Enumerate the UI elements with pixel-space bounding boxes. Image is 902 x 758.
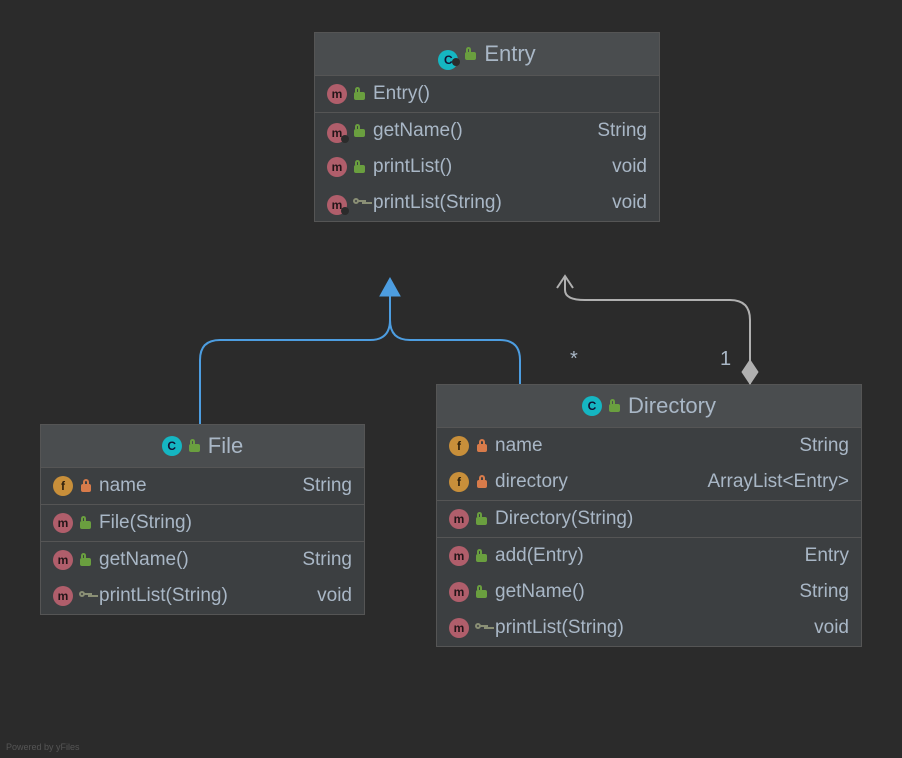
member-name: printList(String) bbox=[495, 617, 624, 639]
unlock-icon bbox=[188, 439, 202, 453]
uml-class-file[interactable]: C File f name String m File(String) m ge… bbox=[40, 424, 365, 615]
field-icon: f bbox=[53, 476, 73, 496]
uml-member-row: m printList(String) void bbox=[437, 610, 861, 646]
inheritance-edge-file bbox=[200, 296, 390, 424]
field-icon: f bbox=[449, 436, 469, 456]
uml-class-file-header: C File bbox=[41, 425, 364, 468]
member-name: printList() bbox=[373, 156, 452, 178]
method-icon: m bbox=[327, 84, 347, 104]
uml-class-name: File bbox=[208, 433, 243, 459]
multiplicity-one: 1 bbox=[720, 348, 731, 370]
member-name: getName() bbox=[373, 120, 463, 142]
class-icon: C bbox=[438, 44, 458, 64]
uml-member-row: m getName() String bbox=[437, 574, 861, 610]
uml-member-row: f directory ArrayList<Entry> bbox=[437, 464, 861, 500]
uml-member-row: f name String bbox=[41, 468, 364, 504]
member-type: void bbox=[612, 192, 647, 214]
uml-member-row: m getName() String bbox=[41, 542, 364, 578]
uml-member-row: f name String bbox=[437, 428, 861, 464]
uml-member-row: m add(Entry) Entry bbox=[437, 538, 861, 574]
unlock-icon bbox=[79, 516, 93, 530]
method-icon: m bbox=[449, 509, 469, 529]
member-type: void bbox=[612, 156, 647, 178]
uml-member-row: m Directory(String) bbox=[437, 501, 861, 537]
member-name: getName() bbox=[99, 549, 189, 571]
member-name: name bbox=[99, 475, 147, 497]
method-icon: m bbox=[449, 546, 469, 566]
unlock-icon bbox=[464, 47, 478, 61]
member-type: Entry bbox=[805, 545, 849, 567]
member-type: String bbox=[302, 475, 352, 497]
lock-icon bbox=[475, 439, 489, 453]
unlock-icon bbox=[79, 553, 93, 567]
multiplicity-many: * bbox=[570, 348, 578, 370]
uml-class-name: Directory bbox=[628, 393, 716, 419]
member-type: String bbox=[799, 435, 849, 457]
watermark: Powered by yFiles bbox=[6, 742, 80, 752]
uml-class-name: Entry bbox=[484, 41, 535, 67]
field-icon: f bbox=[449, 472, 469, 492]
uml-class-directory-header: C Directory bbox=[437, 385, 861, 428]
uml-member-row: m getName() String bbox=[315, 113, 659, 149]
member-name: directory bbox=[495, 471, 568, 493]
member-name: name bbox=[495, 435, 543, 457]
member-type: ArrayList<Entry> bbox=[708, 471, 850, 493]
method-icon: m bbox=[449, 582, 469, 602]
uml-member-row: m Entry() bbox=[315, 76, 659, 112]
member-name: printList(String) bbox=[373, 192, 502, 214]
member-type: String bbox=[799, 581, 849, 603]
uml-class-entry[interactable]: C Entry m Entry() m getName() String m p… bbox=[314, 32, 660, 222]
method-icon: m bbox=[53, 586, 73, 606]
key-icon bbox=[353, 196, 367, 210]
member-type: String bbox=[302, 549, 352, 571]
lock-icon bbox=[475, 475, 489, 489]
inheritance-edge-directory bbox=[390, 296, 520, 384]
member-name: add(Entry) bbox=[495, 545, 584, 567]
member-name: printList(String) bbox=[99, 585, 228, 607]
method-icon: m bbox=[327, 157, 347, 177]
member-name: Directory(String) bbox=[495, 508, 633, 530]
unlock-icon bbox=[608, 399, 622, 413]
unlock-icon bbox=[475, 585, 489, 599]
member-type: void bbox=[317, 585, 352, 607]
uml-class-entry-header: C Entry bbox=[315, 33, 659, 76]
member-name: File(String) bbox=[99, 512, 192, 534]
method-icon: m bbox=[53, 550, 73, 570]
uml-member-row: m File(String) bbox=[41, 505, 364, 541]
member-type: void bbox=[814, 617, 849, 639]
unlock-icon bbox=[353, 160, 367, 174]
member-type: String bbox=[597, 120, 647, 142]
unlock-icon bbox=[353, 124, 367, 138]
uml-member-row: m printList() void bbox=[315, 149, 659, 185]
key-icon bbox=[79, 589, 93, 603]
composition-diamond bbox=[742, 360, 758, 384]
method-icon: m bbox=[53, 513, 73, 533]
uml-member-row: m printList(String) void bbox=[41, 578, 364, 614]
uml-member-row: m printList(String) void bbox=[315, 185, 659, 221]
method-icon: m bbox=[327, 121, 347, 141]
unlock-icon bbox=[353, 87, 367, 101]
lock-icon bbox=[79, 479, 93, 493]
unlock-icon bbox=[475, 512, 489, 526]
key-icon bbox=[475, 621, 489, 635]
method-icon: m bbox=[327, 193, 347, 213]
composition-arrowhead bbox=[557, 276, 573, 288]
member-name: getName() bbox=[495, 581, 585, 603]
class-icon: C bbox=[162, 436, 182, 456]
composition-edge bbox=[565, 278, 750, 384]
class-icon: C bbox=[582, 396, 602, 416]
inheritance-arrowhead-file bbox=[380, 278, 400, 296]
member-name: Entry() bbox=[373, 83, 430, 105]
unlock-icon bbox=[475, 549, 489, 563]
uml-class-directory[interactable]: C Directory f name String f directory Ar… bbox=[436, 384, 862, 647]
method-icon: m bbox=[449, 618, 469, 638]
